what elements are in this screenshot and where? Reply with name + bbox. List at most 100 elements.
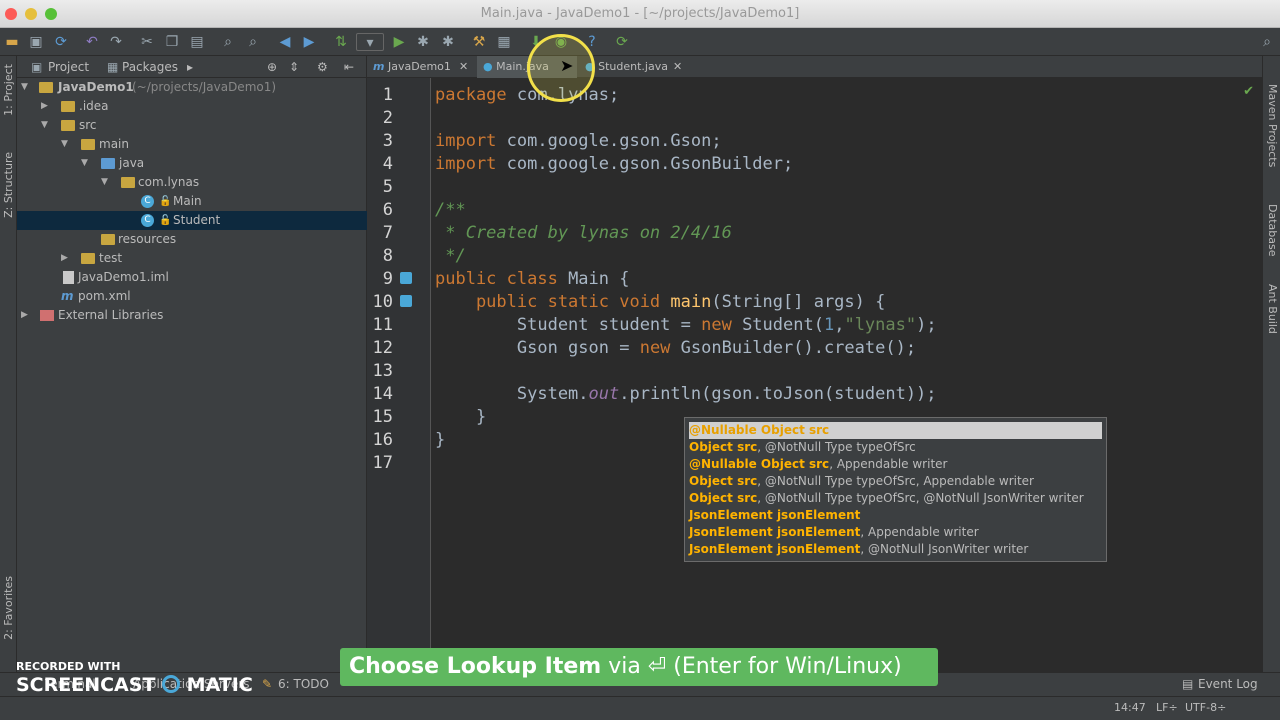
- project-folder-icon: [39, 82, 53, 93]
- run-config-dropdown-icon[interactable]: ▾: [356, 33, 384, 51]
- tab-javademo1[interactable]: m JavaDemo1 ✕: [367, 56, 477, 78]
- keyword: import: [435, 154, 497, 174]
- favorites-tool-tab[interactable]: 2: Favorites: [2, 576, 15, 640]
- tree-label: .idea: [79, 99, 109, 113]
- close-tab-icon[interactable]: ✕: [673, 56, 682, 78]
- scroll-from-source-icon[interactable]: ⊕: [267, 60, 277, 74]
- copy-icon[interactable]: ❐: [163, 33, 181, 51]
- class-icon: C: [141, 214, 154, 227]
- close-tab-icon[interactable]: ✕: [459, 56, 468, 78]
- code-line-8: */: [435, 246, 466, 266]
- tree-node-package[interactable]: ▼ com.lynas: [17, 173, 367, 192]
- screencast-logo-icon: [162, 675, 181, 693]
- forward-icon[interactable]: ▶: [300, 33, 318, 51]
- code-editor[interactable]: package com.lynas; import com.google.gso…: [431, 78, 1262, 682]
- file-encoding[interactable]: UTF-8÷: [1185, 701, 1226, 714]
- tree-node-resources[interactable]: resources: [17, 230, 367, 249]
- collapsed-arrow-icon[interactable]: ▶: [41, 97, 53, 116]
- expanded-arrow-icon[interactable]: ▼: [81, 154, 93, 173]
- view-dropdown-icon[interactable]: ▸: [187, 60, 193, 74]
- project-path: (~/projects/JavaDemo1): [132, 80, 277, 94]
- coverage-icon[interactable]: ✱: [439, 33, 457, 51]
- folder-open-icon[interactable]: ▬: [3, 33, 21, 51]
- debug-icon[interactable]: ✱: [414, 33, 432, 51]
- tree-node-external-libraries[interactable]: ▶ External Libraries: [17, 306, 367, 325]
- event-log-tab[interactable]: Event Log: [1198, 677, 1258, 691]
- tree-node-pom[interactable]: m pom.xml: [17, 287, 367, 306]
- line-number: 6: [382, 200, 393, 220]
- search-everywhere-icon[interactable]: ⌕: [1258, 33, 1276, 51]
- popup-item[interactable]: JsonElement jsonElement: [689, 507, 1102, 524]
- collapsed-arrow-icon[interactable]: ▶: [21, 306, 33, 325]
- watermark-brand: SCREENCAST: [16, 674, 156, 696]
- expanded-arrow-icon[interactable]: ▼: [21, 78, 33, 97]
- build-icon[interactable]: ⇅: [332, 33, 350, 51]
- tree-node-project-root[interactable]: ▼ JavaDemo1 (~/projects/JavaDemo1): [17, 78, 367, 97]
- line-separator[interactable]: LF÷: [1156, 701, 1178, 714]
- back-icon[interactable]: ◀: [276, 33, 294, 51]
- packages-view-tab[interactable]: Packages: [122, 60, 178, 74]
- project-tool-tab[interactable]: 1: Project: [2, 64, 15, 116]
- inspection-ok-icon: ✔: [1243, 84, 1254, 99]
- popup-item[interactable]: JsonElement jsonElement, @NotNull JsonWr…: [689, 541, 1102, 558]
- find-icon[interactable]: ⌕: [219, 33, 237, 51]
- structure-tool-tab[interactable]: Z: Structure: [2, 152, 15, 218]
- popup-item[interactable]: Object src, @NotNull Type typeOfSrc, @No…: [689, 490, 1102, 507]
- expanded-arrow-icon[interactable]: ▼: [61, 135, 73, 154]
- hide-panel-icon[interactable]: ⇤: [344, 60, 354, 74]
- popup-item[interactable]: Object src, @NotNull Type typeOfSrc, App…: [689, 473, 1102, 490]
- tree-node-student-class[interactable]: C 🔓 Student: [17, 211, 367, 230]
- redo-icon[interactable]: ↷: [107, 33, 125, 51]
- library-icon: [40, 310, 54, 321]
- tree-node-iml[interactable]: JavaDemo1.iml: [17, 268, 367, 287]
- popup-item[interactable]: @Nullable Object src, Appendable writer: [689, 456, 1102, 473]
- tools-icon[interactable]: ⚒: [470, 33, 488, 51]
- cut-icon[interactable]: ✂: [138, 33, 156, 51]
- undo-icon[interactable]: ↶: [83, 33, 101, 51]
- string-literal: "lynas": [844, 315, 917, 335]
- line-number: 1: [382, 85, 393, 105]
- keyword: public static void: [435, 292, 661, 312]
- popup-item[interactable]: JsonElement jsonElement, Appendable writ…: [689, 524, 1102, 541]
- todo-tab[interactable]: 6: TODO: [278, 677, 329, 691]
- collapse-all-icon[interactable]: ⇕: [289, 60, 299, 74]
- tree-node-src[interactable]: ▼ src: [17, 116, 367, 135]
- database-tab[interactable]: Database: [1266, 204, 1279, 257]
- popup-item[interactable]: @Nullable Object src: [689, 422, 1102, 439]
- folder-icon: [81, 253, 95, 264]
- tree-node-idea[interactable]: ▶ .idea: [17, 97, 367, 116]
- keyword: package: [435, 85, 507, 105]
- tree-label: java: [119, 156, 145, 170]
- sync-icon[interactable]: ⟳: [52, 33, 70, 51]
- todo-icon: ✎: [262, 677, 273, 691]
- paste-icon[interactable]: ▤: [188, 33, 206, 51]
- line-number: 17: [372, 453, 393, 473]
- project-structure-icon[interactable]: ▦: [495, 33, 513, 51]
- popup-item[interactable]: Object src, @NotNull Type typeOfSrc: [689, 439, 1102, 456]
- run-icon[interactable]: ▶: [390, 33, 408, 51]
- tree-label: com.lynas: [138, 175, 200, 189]
- replace-icon[interactable]: ⌕: [244, 33, 262, 51]
- run-class-gutter-icon[interactable]: [400, 272, 412, 284]
- collapsed-arrow-icon[interactable]: ▶: [61, 249, 73, 268]
- caret-position[interactable]: 14:47: [1114, 701, 1146, 714]
- tree-node-test[interactable]: ▶ test: [17, 249, 367, 268]
- project-panel-header: ▣ Project ▦ Packages ▸ ⊕ ⇕ ⚙ ⇤: [17, 56, 367, 78]
- line-number: 16: [372, 430, 393, 450]
- sync-gradle-icon[interactable]: ⟳: [613, 33, 631, 51]
- expanded-arrow-icon[interactable]: ▼: [41, 116, 53, 135]
- maven-projects-tab[interactable]: Maven Projects: [1266, 84, 1279, 167]
- run-method-gutter-icon[interactable]: [400, 295, 412, 307]
- tree-node-main-class[interactable]: C 🔓 Main: [17, 192, 367, 211]
- tree-node-main[interactable]: ▼ main: [17, 135, 367, 154]
- save-icon[interactable]: ▣: [27, 33, 45, 51]
- gear-icon[interactable]: ⚙: [317, 60, 328, 74]
- method-name: main: [660, 292, 712, 312]
- code-line-1: package com.lynas;: [435, 84, 619, 107]
- line-number: 4: [382, 154, 393, 174]
- tab-student-java[interactable]: ● Student.java ✕: [579, 56, 689, 78]
- tree-node-java[interactable]: ▼ java: [17, 154, 367, 173]
- ant-build-tab[interactable]: Ant Build: [1266, 284, 1279, 334]
- project-view-tab[interactable]: Project: [48, 60, 89, 74]
- expanded-arrow-icon[interactable]: ▼: [101, 173, 113, 192]
